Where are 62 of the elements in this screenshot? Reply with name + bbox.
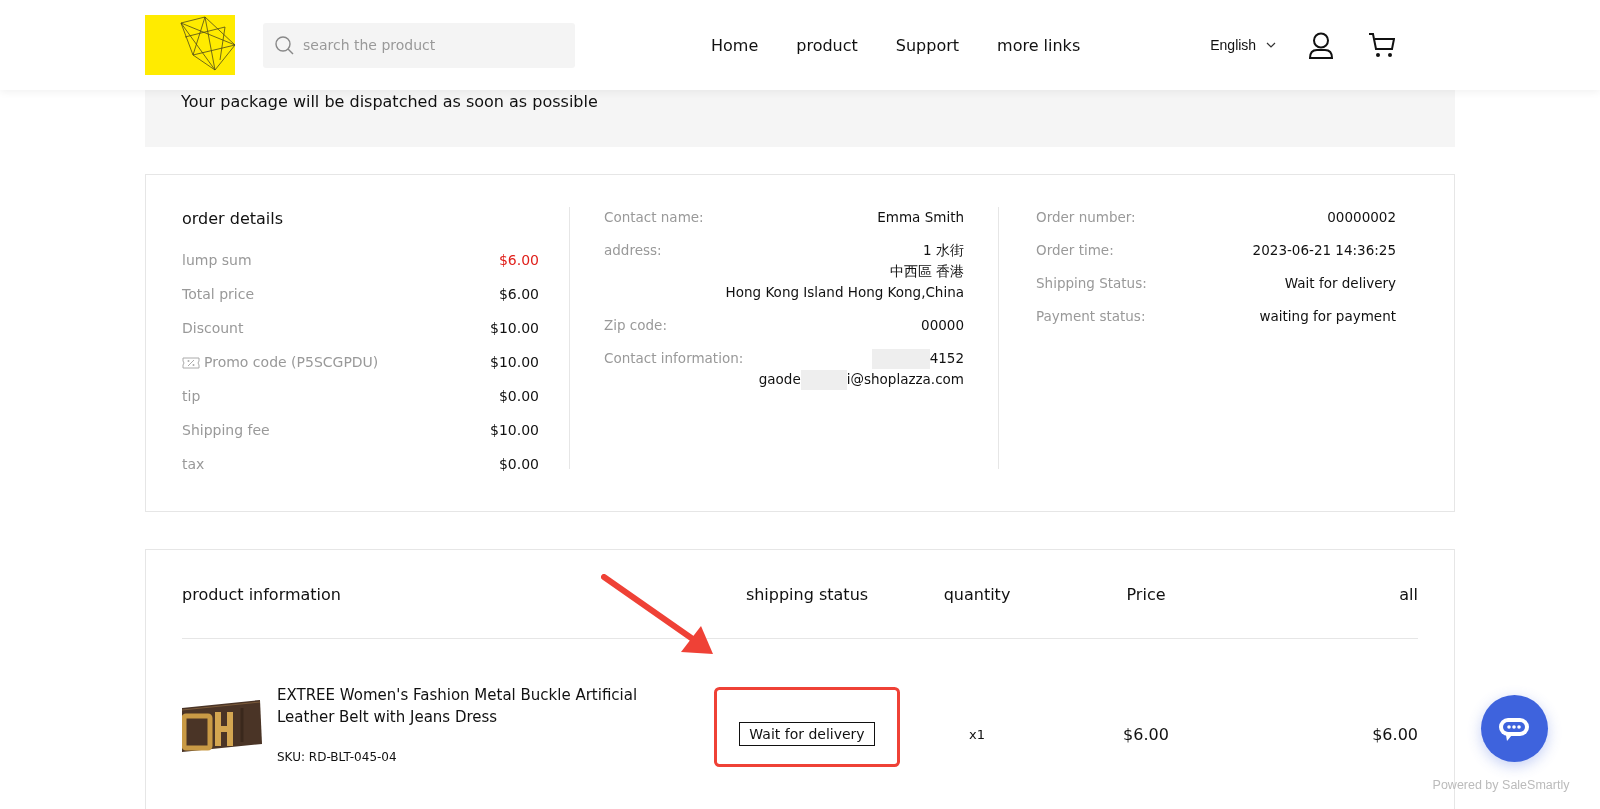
chat-icon	[1498, 715, 1530, 742]
summary-value: $0.00	[498, 455, 539, 474]
total-cell-text: $6.00	[1371, 724, 1418, 744]
product-sku: SKU: RD-BLT-045-04	[277, 750, 397, 764]
summary-label: Promo code (P5SCGPDU)	[204, 353, 379, 372]
search-icon	[275, 35, 294, 55]
summary-label: Discount	[182, 319, 244, 338]
contact-value: Hong Kong Island Hong Kong,China	[725, 283, 964, 302]
contact-label: address:	[604, 241, 662, 260]
order-label: Shipping Status:	[1036, 274, 1147, 293]
order-value: 2023-06-21 14:36:25	[1252, 241, 1396, 260]
summary-value: $10.00	[490, 353, 539, 372]
order-value: waiting for payment	[1259, 307, 1396, 326]
summary-value: $6.00	[498, 251, 539, 270]
contact-value: gaode	[758, 370, 801, 389]
summary-value: $10.00	[490, 319, 539, 338]
contact-value: 中西區 香港	[889, 262, 964, 281]
coupon-icon	[182, 355, 200, 370]
summary-label: Shipping fee	[182, 421, 270, 440]
order-value: Wait for delivery	[1284, 274, 1396, 293]
contact-label: Contact name:	[604, 208, 704, 227]
chat-button[interactable]	[1480, 695, 1548, 762]
nav-link[interactable]: product	[796, 35, 858, 55]
contact-value: 00000	[921, 316, 964, 335]
contact-value: Emma Smith	[877, 208, 964, 227]
cart-icon[interactable]	[1368, 32, 1396, 58]
section-title: order details	[182, 209, 285, 228]
status-tag: Wait for delivery	[739, 722, 875, 746]
user-icon[interactable]	[1308, 31, 1335, 59]
summary-label: tax	[182, 455, 205, 474]
quantity-cell-text: x1	[968, 726, 986, 742]
order-value: 00000002	[1327, 208, 1396, 227]
order-label: Order time:	[1036, 241, 1114, 260]
summary-value: $10.00	[490, 421, 539, 440]
column-header: Price	[1125, 584, 1167, 604]
order-label: Payment status:	[1036, 307, 1146, 326]
notice-text: Your package will be dispatched as soon as possible	[181, 91, 598, 113]
summary-label: Total price	[182, 285, 254, 304]
nav-link[interactable]: Support	[895, 35, 960, 55]
product-name[interactable]: EXTREE Women's Fashion Metal Buckle Artificial Leather Belt with Jeans Dress	[277, 684, 687, 728]
contact-value: 4152	[929, 349, 964, 368]
nav-link[interactable]: Home	[711, 35, 759, 55]
column-header: shipping status	[744, 584, 870, 604]
contact-label: Zip code:	[604, 316, 667, 335]
column-header: quantity	[942, 584, 1012, 604]
contact-value: 1 水街	[923, 241, 964, 260]
summary-value: $0.00	[498, 387, 539, 406]
column-header: all	[1398, 584, 1418, 604]
summary-label: lump sum	[182, 251, 252, 270]
contact-value: i@shoplazza.com	[846, 370, 964, 389]
summary-value: $6.00	[498, 285, 539, 304]
powered-by-text: Powered by SaleSmartly	[1432, 778, 1570, 792]
order-label: Order number:	[1036, 208, 1136, 227]
chevron-down-icon	[1266, 42, 1277, 48]
search-field[interactable]: search the product	[263, 22, 575, 68]
price-cell-text: $6.00	[1122, 724, 1170, 744]
logo[interactable]	[145, 15, 235, 75]
language-selector[interactable]: English	[1210, 37, 1277, 53]
column-header: product information	[182, 584, 342, 604]
summary-label: tip	[182, 387, 201, 406]
contact-label: Contact information:	[604, 349, 744, 368]
nav-link[interactable]: more links	[997, 35, 1081, 55]
